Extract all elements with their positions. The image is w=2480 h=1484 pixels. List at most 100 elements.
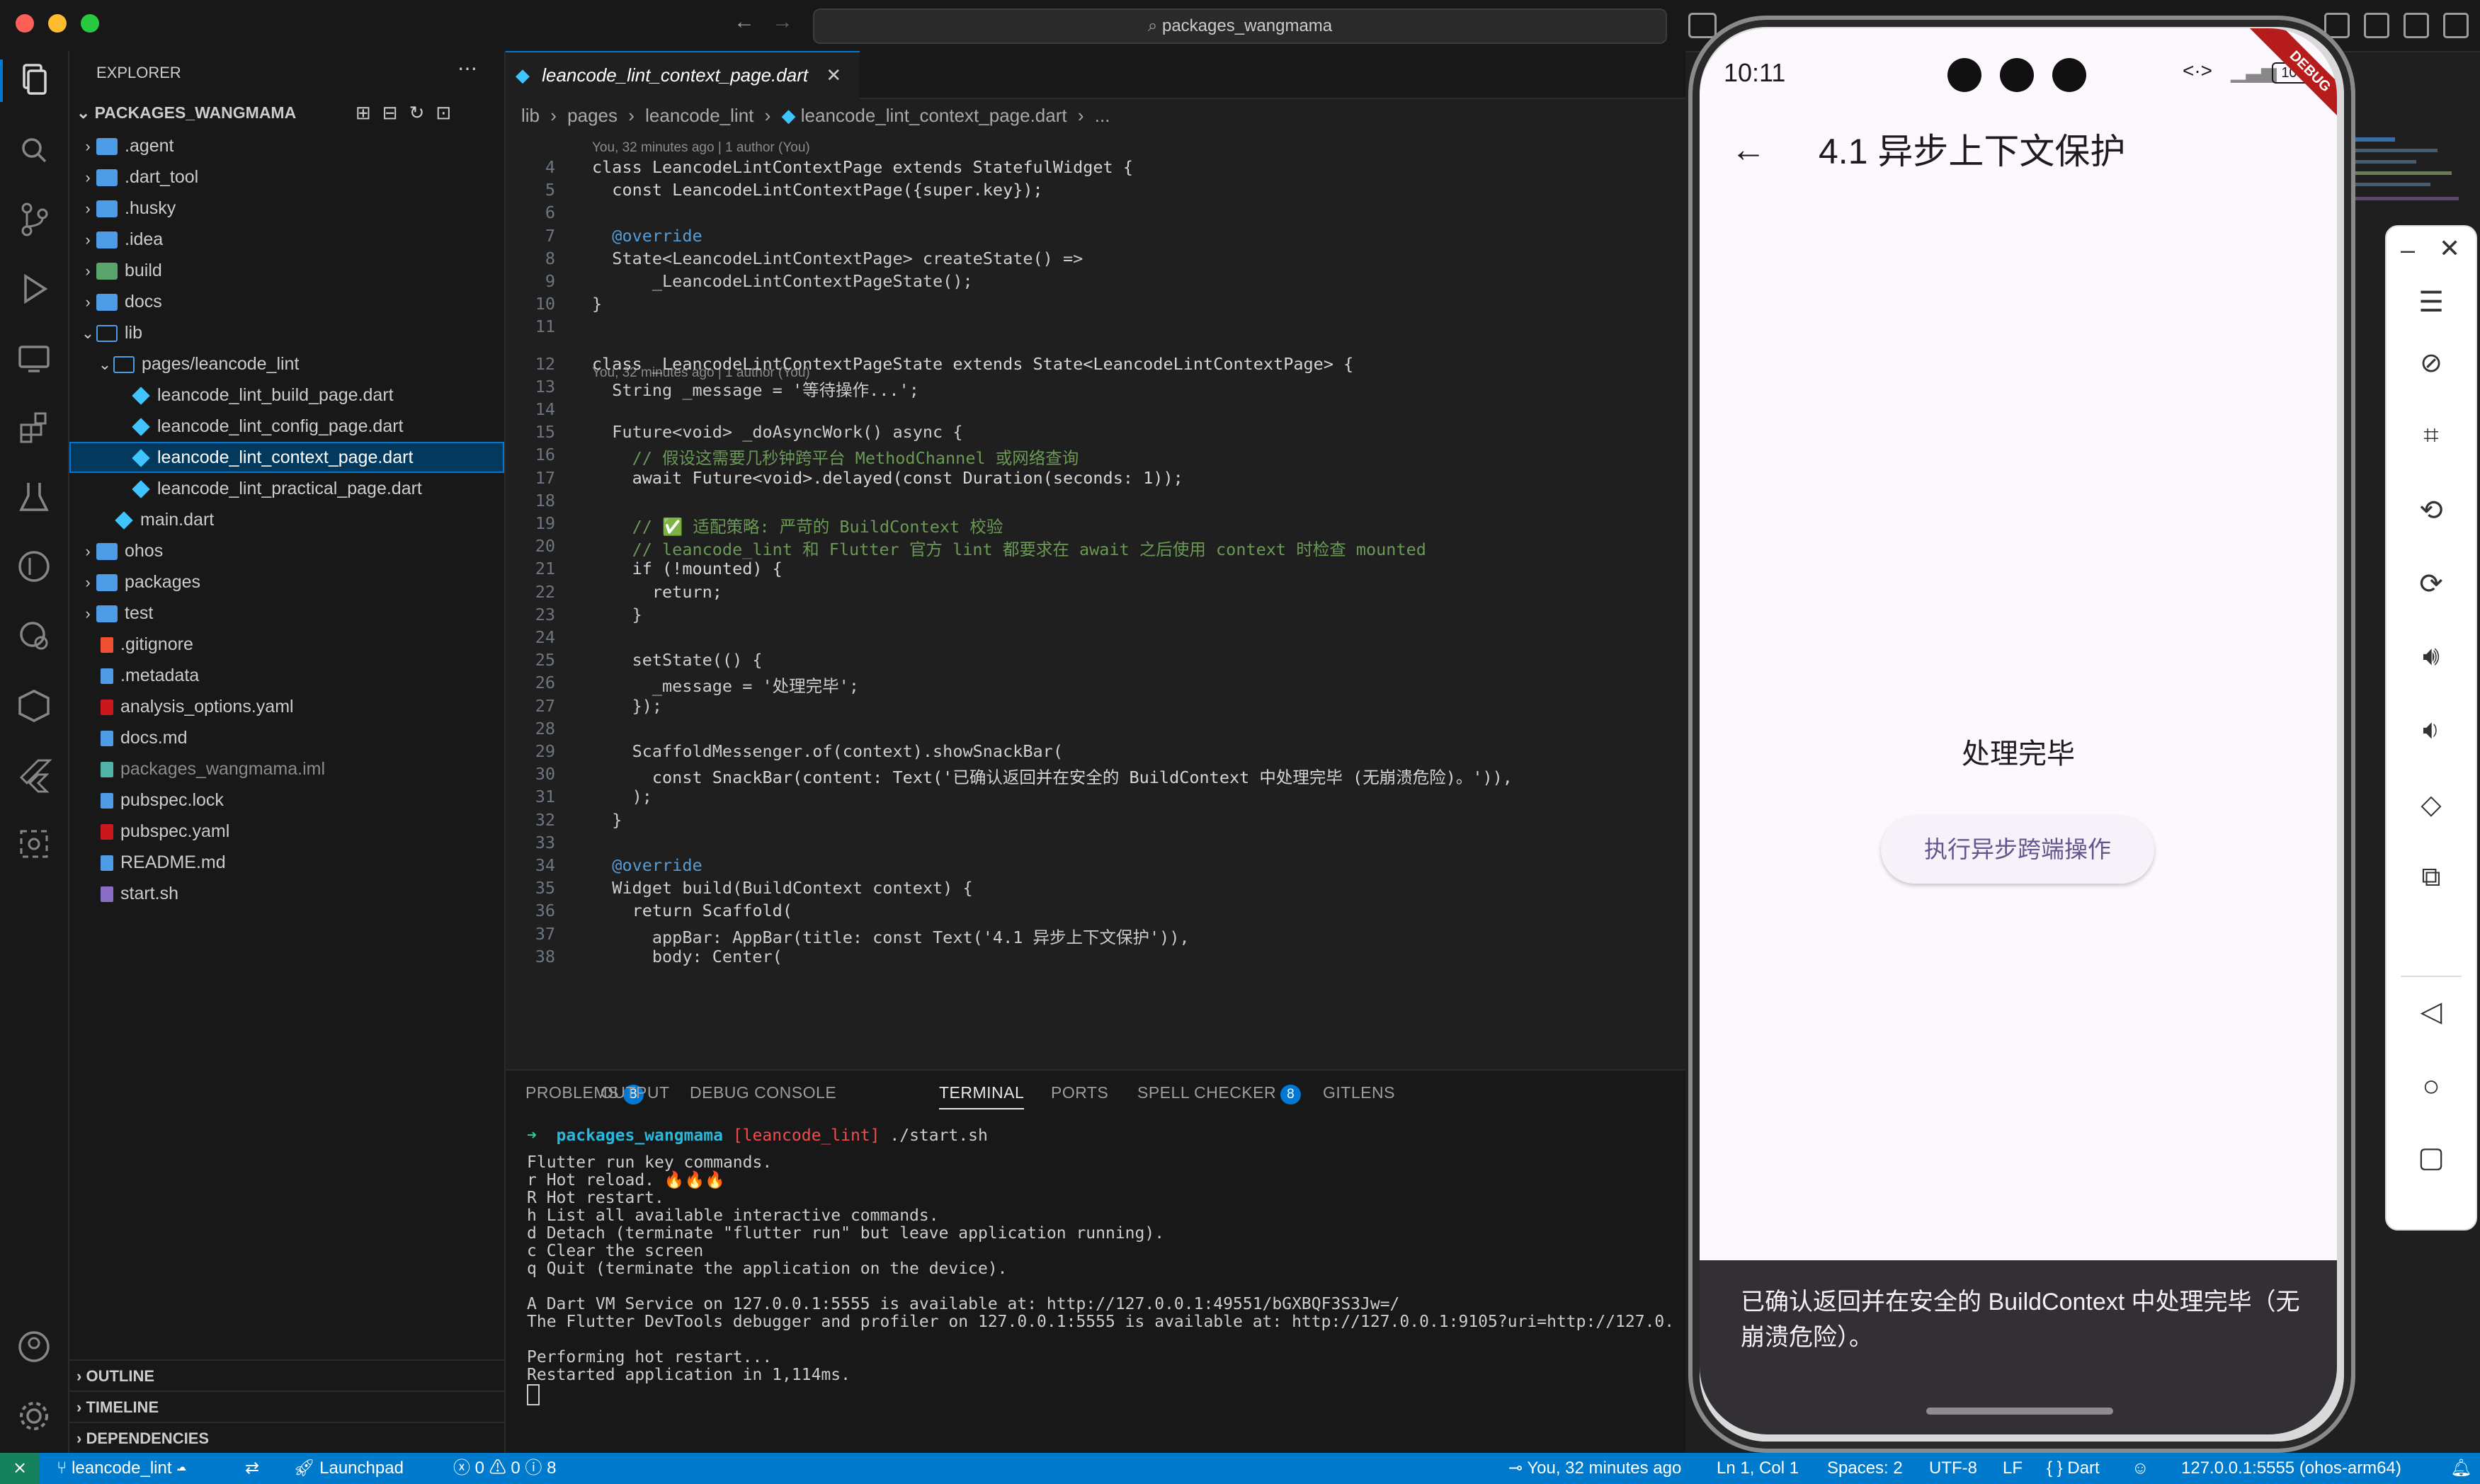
screenshot-tool-icon[interactable] (13, 823, 55, 865)
folder-item[interactable]: ⌄ pages/leancode_lint (69, 348, 504, 379)
code-line[interactable]: const LeancodeLintContextPage({super.key… (592, 180, 1042, 200)
minimize-icon[interactable]: – (2401, 235, 2436, 270)
indentation[interactable]: Spaces: 2 (1827, 1453, 1903, 1484)
code-line[interactable]: Widget build(BuildContext context) { (592, 878, 972, 898)
code-line[interactable]: } (592, 294, 602, 314)
code-lens-blame[interactable]: You, 32 minutes ago | 1 author (You) (592, 140, 810, 156)
remote-indicator-icon[interactable]: ⨯ (0, 1453, 40, 1484)
code-line[interactable]: } (592, 810, 622, 830)
back-arrow-icon[interactable]: ← (1731, 129, 1766, 170)
code-line[interactable]: @override (592, 226, 702, 246)
blame-indicator[interactable]: ⊸ You, 32 minutes ago (1508, 1453, 1681, 1484)
crop-icon[interactable]: ⌗ (2413, 421, 2449, 456)
folder-item[interactable]: › build (69, 255, 504, 286)
folder-item[interactable]: › packages (69, 566, 504, 598)
folder-item[interactable]: › .husky (69, 193, 504, 224)
run-async-button[interactable]: 执行异步跨端操作 (1881, 816, 2154, 884)
code-line[interactable]: // ✅ 适配策略: 严苛的 BuildContext 校验 (592, 513, 1003, 537)
gitlens-icon[interactable] (13, 545, 55, 588)
code-line[interactable]: if (!mounted) { (592, 559, 783, 578)
refresh-icon[interactable]: ↻ (409, 102, 436, 123)
file-item[interactable]: README.md (69, 847, 504, 878)
code-line[interactable]: _LeancodeLintContextPageState(); (592, 271, 973, 291)
code-line[interactable]: return; (592, 582, 722, 602)
tab-gitlens[interactable]: GITLENS (1323, 1083, 1395, 1102)
file-item[interactable]: .metadata (69, 660, 504, 691)
folder-item[interactable]: › docs (69, 286, 504, 317)
home-indicator[interactable] (1926, 1408, 2113, 1415)
terminal-output[interactable]: ➜ packages_wangmama [leancode_lint] ./st… (527, 1126, 1688, 1451)
branch-indicator[interactable]: ⑂ leancode_lint ☁ (57, 1453, 187, 1484)
remote-explorer-icon[interactable] (13, 337, 55, 379)
launchpad-indicator[interactable]: 🚀︎ Launchpad (293, 1453, 404, 1484)
end-of-line[interactable]: LF (2003, 1453, 2023, 1484)
eraser-icon[interactable]: ◇ (2413, 789, 2449, 824)
folder-item[interactable]: › .idea (69, 224, 504, 255)
file-item[interactable]: start.sh (69, 878, 504, 909)
folder-item[interactable]: › .agent (69, 130, 504, 161)
file-item[interactable]: leancode_lint_practical_page.dart (69, 473, 504, 504)
code-line[interactable]: class _LeancodeLintContextPageState exte… (592, 354, 1353, 374)
close-icon[interactable]: ✕ (2439, 234, 2474, 269)
code-line[interactable]: const SnackBar(content: Text('已确认返回并在安全的… (592, 764, 1513, 788)
volume-down-icon[interactable]: 🔉︎ (2413, 715, 2449, 750)
folder-item[interactable]: › .dart_tool (69, 161, 504, 193)
code-line[interactable]: ScaffoldMessenger.of(context).showSnackB… (592, 741, 1063, 761)
close-window-button[interactable] (16, 14, 34, 33)
code-line[interactable]: // 假设这需要几秒钟跨平台 MethodChannel 或网络查询 (592, 445, 1079, 469)
customize-layout-icon[interactable] (2443, 13, 2469, 38)
dependencies-section[interactable]: › DEPENDENCIES (69, 1422, 504, 1454)
extensions-icon[interactable] (13, 406, 55, 449)
flutter-icon[interactable] (13, 753, 55, 796)
nav-recents-icon[interactable]: ▢ (2413, 1141, 2449, 1177)
rotate-left-icon[interactable]: ⟲ (2413, 494, 2449, 530)
minimap[interactable] (2348, 132, 2480, 217)
collapse-all-icon[interactable]: ⊡ (436, 102, 462, 123)
git-compare-icon[interactable]: ⇄ (245, 1453, 259, 1484)
pin-off-icon[interactable]: ⊘ (2413, 347, 2449, 382)
code-line[interactable]: State<LeancodeLintContextPage> createSta… (592, 249, 1083, 268)
device-selector[interactable]: 127.0.0.1:5555 (ohos-arm64) (2181, 1453, 2401, 1484)
folder-item[interactable]: › ohos (69, 535, 504, 566)
language-mode[interactable]: { } Dart (2047, 1453, 2100, 1484)
tab-debug-console[interactable]: DEBUG CONSOLE (690, 1083, 836, 1102)
breadcrumb-symbol[interactable]: ... (1095, 105, 1110, 126)
code-line[interactable]: } (592, 605, 642, 624)
code-line[interactable]: await Future<void>.delayed(const Duratio… (592, 468, 1183, 488)
file-item[interactable]: leancode_lint_context_page.dart (69, 442, 504, 473)
file-item[interactable]: leancode_lint_config_page.dart (69, 411, 504, 442)
tab-spell-checker[interactable]: SPELL CHECKER 8 (1137, 1083, 1302, 1105)
code-line[interactable]: body: Center( (592, 947, 783, 966)
back-arrow-icon[interactable]: ← (734, 10, 755, 34)
copilot-icon[interactable]: ☺ (2132, 1453, 2149, 1484)
breadcrumb-file[interactable]: leancode_lint_context_page.dart (801, 105, 1067, 126)
folder-item[interactable]: › test (69, 598, 504, 629)
forward-arrow-icon[interactable]: → (772, 10, 793, 34)
search-icon[interactable] (13, 129, 55, 171)
code-line[interactable]: Future<void> _doAsyncWork() async { (592, 422, 962, 442)
file-item[interactable]: analysis_options.yaml (69, 691, 504, 722)
code-line[interactable]: @override (592, 855, 702, 875)
code-line[interactable]: // leancode_lint 和 Flutter 官方 lint 都要求在 … (592, 536, 1426, 560)
new-folder-icon[interactable]: ⊟ (382, 102, 409, 123)
tab-ports[interactable]: PORTS (1051, 1083, 1108, 1102)
code-line[interactable]: appBar: AppBar(title: const Text('4.1 异步… (592, 924, 1190, 948)
breadcrumb-pages[interactable]: pages (567, 105, 618, 126)
menu-icon[interactable]: ☰ (2413, 286, 2449, 321)
toggle-panel-icon[interactable] (2404, 13, 2429, 38)
tab-output[interactable]: OUTPUT (601, 1083, 670, 1102)
file-item[interactable]: pubspec.yaml (69, 816, 504, 847)
more-actions-icon[interactable]: ⋯ (457, 57, 477, 80)
code-editor[interactable]: You, 32 minutes ago | 1 author (You) You… (506, 132, 1685, 1068)
problems-indicator[interactable]: ⓧ 0 ⚠ 0 ⓘ 8 (453, 1453, 556, 1484)
chat-icon[interactable] (1688, 13, 1717, 38)
file-item[interactable]: main.dart (69, 504, 504, 535)
toggle-sidebar-icon[interactable] (2364, 13, 2389, 38)
volume-up-icon[interactable]: 🔊︎ (2413, 641, 2449, 677)
tab-leancode-lint-context-page[interactable]: ◆ leancode_lint_context_page.dart ✕ (506, 51, 860, 99)
nav-back-icon[interactable]: ◁ (2413, 995, 2449, 1031)
containers-icon[interactable] (13, 684, 55, 726)
file-item[interactable]: packages_wangmama.iml (69, 753, 504, 784)
settings-gear-icon[interactable] (13, 1395, 55, 1437)
rotate-right-icon[interactable]: ⟳ (2413, 568, 2449, 603)
